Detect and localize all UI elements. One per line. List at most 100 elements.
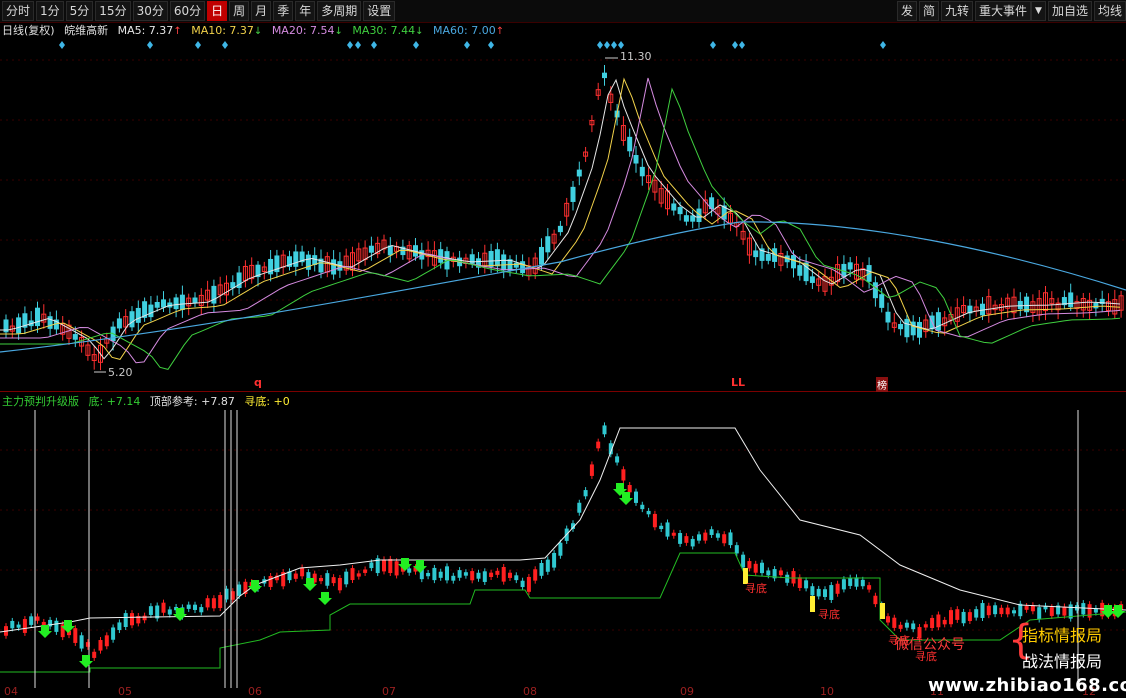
ind-candle-body: [993, 605, 998, 615]
ind-candle-body: [10, 620, 15, 629]
signal-diamond-icon: [464, 41, 470, 49]
mark-q[interactable]: q: [254, 376, 262, 389]
ind-candle-body: [797, 577, 802, 589]
ind-candle-body: [892, 617, 897, 628]
ind-candle-body: [646, 510, 651, 515]
ind-candle-body: [508, 572, 512, 578]
jian-button[interactable]: 简: [919, 1, 940, 21]
candle-body: [627, 136, 633, 152]
ind-candle-body: [407, 568, 412, 573]
jiuzhuan-button[interactable]: 九转: [941, 1, 974, 21]
ind-candle-body: [104, 635, 109, 647]
mark-ll[interactable]: LL: [731, 376, 745, 389]
ind-candle-body: [577, 502, 582, 513]
watermark-line1: 指标情报局: [1022, 626, 1103, 645]
ind-candle-body: [734, 545, 739, 554]
signal-diamond-icon: [611, 41, 617, 49]
x-axis-label: 09: [680, 685, 694, 698]
candle-body: [387, 245, 393, 256]
ind-candle-body: [967, 612, 972, 622]
period-5min-button[interactable]: 5分: [65, 1, 94, 21]
candle-body: [576, 169, 582, 177]
candle-body: [72, 334, 78, 340]
ind-candle-body: [829, 585, 834, 600]
period-buttons: 分时 1分 5分 15分 30分 60分 日 周 月 季 年 多周期 设置: [0, 0, 396, 22]
ind-candle-body: [16, 624, 21, 628]
ma20-value: MA20: 7.54: [271, 24, 335, 37]
period-1min-button[interactable]: 1分: [36, 1, 64, 21]
ind-candle-body: [142, 615, 147, 621]
period-year-button[interactable]: 年: [295, 1, 316, 21]
signal-diamond-icon: [597, 41, 603, 49]
candle-body: [904, 318, 910, 338]
period-week-button[interactable]: 周: [229, 1, 250, 21]
ind-candle-body: [697, 534, 701, 541]
ind-candle-body: [268, 576, 273, 587]
indicator-bottom-value: 底: +7.14: [88, 395, 141, 408]
multi-period-button[interactable]: 多周期: [317, 1, 362, 21]
ind-candle-body: [860, 579, 865, 587]
ind-candle-body: [432, 567, 437, 581]
ind-candle-body: [715, 533, 720, 538]
signal-diamond-icon: [222, 41, 228, 49]
period-15min-button[interactable]: 15分: [95, 1, 131, 21]
add-watchlist-button[interactable]: 加自选: [1047, 1, 1092, 21]
signal-diamond-icon: [880, 41, 886, 49]
indicator-name: 主力预判升级版: [2, 395, 79, 408]
ma60-line: [0, 221, 1126, 353]
period-label: 日线(复权): [2, 24, 55, 37]
candle-body: [173, 297, 179, 310]
watermark-line2: 战法情报局: [1022, 652, 1103, 671]
candle-body: [879, 294, 885, 308]
buy-arrow-icon: [79, 655, 93, 668]
ind-candle-body: [482, 571, 487, 582]
candle-body: [192, 297, 198, 304]
ind-candle-body: [602, 425, 607, 435]
period-60min-button[interactable]: 60分: [169, 1, 206, 21]
ind-candle-body: [545, 559, 550, 572]
ind-candle-body: [678, 533, 683, 544]
candle-body: [847, 262, 853, 270]
signal-diamond-icon: [604, 41, 610, 49]
signal-diamond-icon: [413, 41, 419, 49]
ind-candle-body: [123, 613, 128, 628]
mark-bang[interactable]: 榜: [876, 377, 888, 392]
settings-button[interactable]: 设置: [363, 1, 396, 21]
ind-candle-body: [344, 571, 349, 585]
period-fenshi-button[interactable]: 分时: [2, 1, 35, 21]
ind-candle-body: [22, 619, 27, 633]
signal-diamond-icon: [59, 41, 65, 49]
ind-candle-body: [596, 441, 601, 449]
ind-candle-body: [130, 613, 134, 626]
ma-line-button[interactable]: 均线: [1093, 1, 1126, 21]
ind-candle-body: [986, 605, 991, 616]
chevron-down-icon[interactable]: ▼: [1031, 1, 1046, 21]
ind-candle-body: [911, 623, 916, 630]
ind-candle-body: [778, 570, 783, 576]
candle-body: [539, 246, 544, 265]
candle-body: [809, 276, 815, 283]
major-events-button[interactable]: 重大事件: [975, 1, 1032, 21]
ind-candle-body: [388, 558, 393, 574]
ind-candle-body: [319, 577, 323, 582]
buy-arrow-icon: [248, 580, 262, 593]
ind-candle-body: [463, 572, 468, 576]
candle-body: [161, 299, 166, 308]
ind-candle-body: [350, 568, 355, 581]
ind-candle-body: [741, 554, 746, 568]
ind-candle-body: [753, 563, 758, 573]
period-season-button[interactable]: 季: [273, 1, 294, 21]
fa-button[interactable]: 发: [896, 1, 917, 21]
pane-divider[interactable]: [0, 391, 1126, 392]
ind-candle-body: [1062, 606, 1067, 616]
ma5-dir-icon: ↑: [173, 26, 182, 37]
ind-candle-body: [218, 595, 223, 608]
signal-diamond-icon: [371, 41, 377, 49]
ind-candle-body: [369, 562, 374, 569]
ind-candle-body: [785, 574, 790, 583]
kline-chart[interactable]: [0, 0, 1126, 697]
period-30min-button[interactable]: 30分: [132, 1, 168, 21]
period-day-button[interactable]: 日: [207, 1, 228, 21]
candle-body: [910, 321, 916, 336]
period-month-button[interactable]: 月: [251, 1, 272, 21]
